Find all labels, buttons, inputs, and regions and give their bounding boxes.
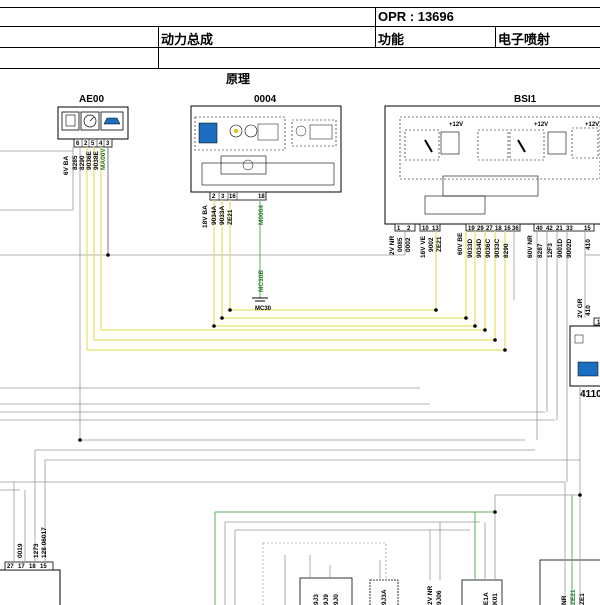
svg-text:NR: NR (561, 595, 568, 605)
svg-text:128 06017: 128 06017 (41, 527, 48, 558)
svg-text:15: 15 (40, 564, 47, 570)
svg-text:60V BE: 60V BE (457, 232, 464, 255)
svg-text:0019: 0019 (17, 543, 24, 558)
svg-text:K01: K01 (492, 593, 499, 605)
svg-text:9002D: 9002D (566, 239, 573, 258)
injector-icon (61, 111, 80, 131)
svg-text:9038E: 9038E (93, 151, 100, 170)
svg-text:410: 410 (585, 305, 592, 316)
svg-text:27: 27 (7, 564, 14, 570)
svg-text:8290: 8290 (503, 243, 510, 258)
svg-text:17: 17 (18, 564, 25, 570)
svg-text:9036C: 9036C (485, 239, 492, 258)
svg-text:1273: 1273 (33, 543, 40, 558)
bsi1-component: +12V +12V +12V 1 2 10 13 19 29 27 18 16 … (384, 105, 600, 232)
c4110-component: 1 (569, 317, 600, 387)
svg-text:ZE1: ZE1 (579, 593, 586, 605)
ae00-component: 6 2 5 4 3 (57, 106, 129, 148)
svg-text:29: 29 (477, 226, 484, 232)
svg-text:2V NR: 2V NR (389, 236, 396, 255)
svg-text:9J0: 9J0 (333, 594, 340, 605)
svg-text:18V BA: 18V BA (202, 205, 209, 228)
svg-text:ZE21: ZE21 (570, 589, 577, 605)
svg-text:0002: 0002 (405, 237, 412, 252)
svg-text:+12V: +12V (585, 122, 599, 128)
svg-text:9J06: 9J06 (436, 590, 443, 605)
svg-text:36: 36 (512, 226, 519, 232)
instrument-icon (198, 122, 218, 144)
svg-text:9001D: 9001D (557, 239, 564, 258)
oil-icon (577, 361, 599, 377)
svg-text:60V NR: 60V NR (527, 235, 534, 258)
svg-text:6V BA: 6V BA (63, 156, 70, 175)
svg-text:+12V: +12V (449, 122, 463, 128)
c0004-component: 2 3 16 18 (190, 105, 342, 201)
svg-text:0085: 0085 (397, 237, 404, 252)
svg-text:9034D: 9034D (476, 239, 483, 258)
svg-text:9033C: 9033C (494, 239, 501, 258)
svg-text:9002: 9002 (428, 237, 435, 252)
svg-text:16V VE: 16V VE (420, 235, 427, 258)
c0004-pin: 16 (229, 194, 236, 200)
svg-text:MC30B: MC30B (258, 270, 265, 292)
bottom-left-component: 27 17 18 15 (0, 561, 61, 605)
svg-text:2V GR: 2V GR (577, 298, 584, 318)
svg-text:27: 27 (486, 226, 493, 232)
svg-text:8285: 8285 (72, 155, 79, 170)
svg-text:9034A: 9034A (211, 206, 218, 225)
svg-text:12F3: 12F3 (547, 243, 554, 258)
c0004-pin: 18 (258, 194, 265, 200)
svg-text:9J3A: 9J3A (381, 589, 388, 605)
svg-text:9J3: 9J3 (313, 594, 320, 605)
svg-text:8290: 8290 (79, 155, 86, 170)
svg-text:410: 410 (585, 239, 592, 250)
svg-text:18: 18 (29, 564, 36, 570)
svg-text:9033D: 9033D (467, 239, 474, 258)
svg-text:E1A: E1A (483, 592, 490, 605)
svg-text:ZE21: ZE21 (227, 209, 234, 225)
svg-text:2V NR: 2V NR (427, 586, 434, 605)
svg-text:18: 18 (495, 226, 502, 232)
svg-text:9033A: 9033A (219, 206, 226, 225)
svg-text:MA00V: MA00V (100, 148, 107, 170)
svg-text:9J9: 9J9 (323, 594, 330, 605)
svg-text:M0004: M0004 (258, 205, 265, 225)
svg-text:9036E: 9036E (86, 151, 93, 170)
wiring-diagram: 6 2 5 4 3 2 3 16 18 +12V +12V +12V 1 2 1… (0, 105, 600, 605)
svg-text:19: 19 (468, 226, 475, 232)
svg-text:MC30: MC30 (255, 306, 272, 312)
svg-text:+12V: +12V (534, 122, 548, 128)
svg-text:8287: 8287 (537, 243, 544, 258)
svg-text:ZE21: ZE21 (436, 236, 443, 252)
svg-text:10: 10 (422, 226, 429, 232)
